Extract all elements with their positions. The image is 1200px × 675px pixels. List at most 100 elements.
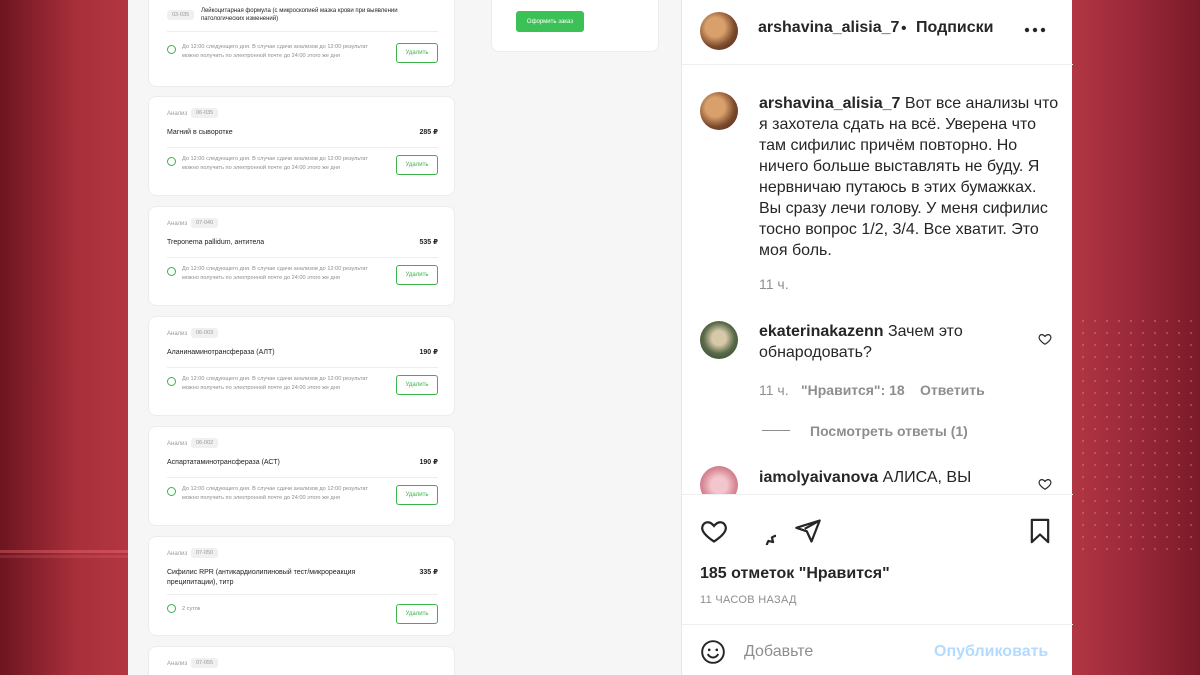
background-dot <box>1094 332 1096 334</box>
analysis-turnaround-note: До 12:00 следующего дня. В случае сдачи … <box>182 156 368 171</box>
caption-username[interactable]: arshavina_alisia_7 <box>759 95 900 112</box>
background-dot <box>1142 548 1144 550</box>
background-dot <box>1190 548 1192 550</box>
delete-button[interactable]: Удалить <box>396 375 438 395</box>
background-dot <box>1154 368 1156 370</box>
background-dot <box>1190 416 1192 418</box>
background-dot <box>1082 380 1084 382</box>
add-comment-input[interactable]: Добавьте <box>744 643 813 661</box>
share-send-icon[interactable] <box>794 517 822 545</box>
background-dot <box>1094 320 1096 322</box>
background-dot <box>1082 320 1084 322</box>
avatar[interactable] <box>700 12 738 50</box>
clock-icon <box>167 604 176 613</box>
comments-list[interactable]: arshavina_alisia_7 Вот все анализы что я… <box>682 66 1073 494</box>
comment-username[interactable]: iamolyaivanova <box>759 469 878 486</box>
place-order-button[interactable]: Оформить заказ <box>516 11 584 32</box>
order-summary-box: Оформить заказ <box>491 0 659 52</box>
divider <box>167 147 438 148</box>
background-dot <box>1166 524 1168 526</box>
background-dot <box>1166 404 1168 406</box>
background-dot <box>1190 464 1192 466</box>
background-dot <box>1082 452 1084 454</box>
background-dot <box>1106 404 1108 406</box>
background-dot <box>1154 512 1156 514</box>
analysis-code: 06-003 <box>191 328 219 338</box>
background-dot <box>1166 332 1168 334</box>
like-heart-icon[interactable] <box>700 517 728 545</box>
analysis-name: Магний в сыворотке <box>167 129 233 136</box>
background-dot <box>1142 404 1144 406</box>
comment-likes[interactable]: "Нравится": 18 <box>801 382 905 398</box>
background-dot <box>1094 380 1096 382</box>
delete-button[interactable]: Удалить <box>396 485 438 505</box>
bookmark-icon[interactable] <box>1026 517 1054 545</box>
heart-icon[interactable] <box>1038 477 1052 491</box>
background-dot <box>1142 488 1144 490</box>
comment-time: 11 ч. <box>759 382 789 398</box>
background-dot <box>1190 320 1192 322</box>
background-dot <box>1166 452 1168 454</box>
background-dot <box>1178 404 1180 406</box>
background-dot <box>1178 344 1180 346</box>
background-dot <box>1106 536 1108 538</box>
analysis-card: Анализ 07-050 Сифилис RPR (антикардиолип… <box>148 536 455 636</box>
background-dot <box>1190 356 1192 358</box>
delete-button[interactable]: Удалить <box>396 43 438 63</box>
reply-button[interactable]: Ответить <box>920 382 985 398</box>
background-dot <box>1154 380 1156 382</box>
background-dot <box>1130 356 1132 358</box>
background-dot <box>1166 416 1168 418</box>
background-dot <box>1154 332 1156 334</box>
background-dot <box>1178 320 1180 322</box>
divider <box>167 257 438 258</box>
background-left <box>0 0 128 675</box>
delete-button[interactable]: Удалить <box>396 604 438 624</box>
delete-button[interactable]: Удалить <box>396 265 438 285</box>
avatar[interactable] <box>700 466 738 494</box>
background-dot <box>1106 464 1108 466</box>
background-dot <box>1094 524 1096 526</box>
likes-count[interactable]: 185 отметок "Нравится" <box>700 565 890 583</box>
caption-time: 11 ч. <box>759 276 789 292</box>
background-dot <box>1154 416 1156 418</box>
background-dot <box>1154 536 1156 538</box>
background-dot <box>1118 416 1120 418</box>
header-username[interactable]: arshavina_alisia_7 <box>758 19 899 37</box>
analysis-code: 07-040 <box>191 218 219 228</box>
background-dot <box>1094 416 1096 418</box>
divider <box>167 367 438 368</box>
background-dot <box>1142 344 1144 346</box>
comment-username[interactable]: ekaterinakazenn <box>759 323 884 340</box>
background-dot <box>1118 488 1120 490</box>
delete-button[interactable]: Удалить <box>396 155 438 175</box>
heart-icon[interactable] <box>1038 332 1052 346</box>
background-dot <box>1082 368 1084 370</box>
background-dot <box>1106 524 1108 526</box>
background-dot <box>1118 464 1120 466</box>
background-dot <box>1178 356 1180 358</box>
background-dot <box>1094 548 1096 550</box>
analysis-turnaround-note: До 12:00 следующего дня. В случае сдачи … <box>182 486 368 501</box>
background-dot <box>1118 392 1120 394</box>
background-right <box>1072 0 1200 675</box>
background-dot <box>1106 356 1108 358</box>
background-dot <box>1130 392 1132 394</box>
background-dot <box>1094 464 1096 466</box>
background-dot <box>1154 440 1156 442</box>
background-dot <box>1130 428 1132 430</box>
following-button[interactable]: Подписки <box>916 19 993 37</box>
background-dot <box>1082 356 1084 358</box>
analysis-turnaround-note: До 12:00 следующего дня. В случае сдачи … <box>182 266 368 281</box>
more-horizontal-icon[interactable] <box>1024 26 1046 34</box>
comment-bubble-icon[interactable] <box>748 517 776 545</box>
avatar[interactable] <box>700 321 738 359</box>
analysis-code: 03-035 <box>167 10 195 20</box>
analysis-name: Аспартатаминотрансфераза (АСТ) <box>167 459 280 466</box>
background-dot <box>1130 500 1132 502</box>
background-dot <box>1178 452 1180 454</box>
emoji-icon[interactable] <box>700 639 726 665</box>
avatar[interactable] <box>700 92 738 130</box>
view-replies-button[interactable]: Посмотреть ответы (1) <box>810 423 968 439</box>
publish-button[interactable]: Опубликовать <box>934 643 1048 661</box>
